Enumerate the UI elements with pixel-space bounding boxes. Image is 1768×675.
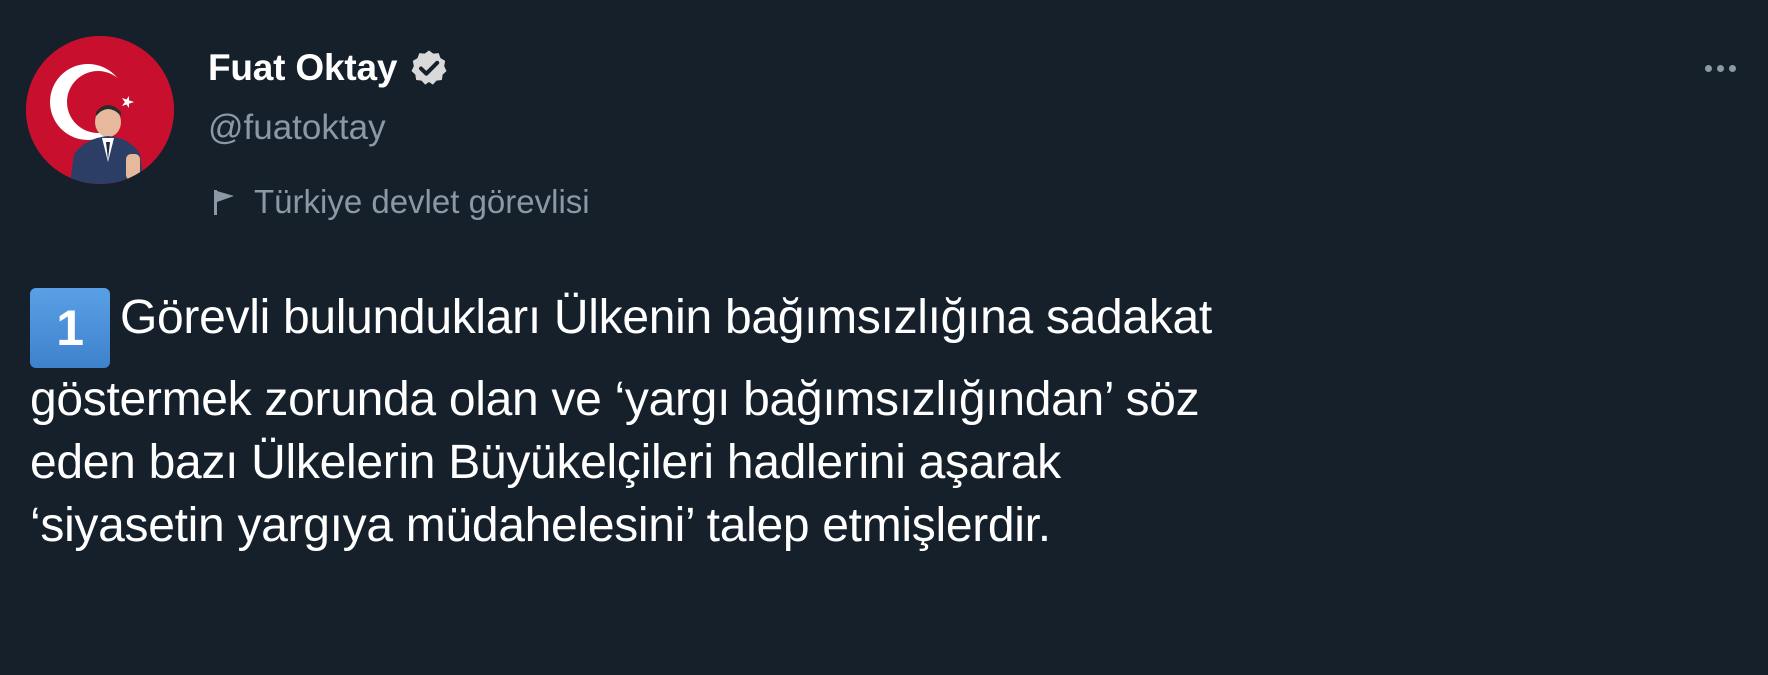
account-label-row: Türkiye devlet görevlisi (212, 180, 590, 224)
author-handle[interactable]: @fuatoktay (208, 108, 386, 148)
tweet-text-line-2: göstermek zorunda olan ve ‘yargı bağımsı… (30, 373, 1200, 426)
verified-badge-icon (409, 48, 449, 88)
tweet-text-line-3: eden bazı Ülkelerin Büyükelçileri hadler… (30, 436, 1061, 489)
tweet-text-line-1: Görevli bulundukları Ülkenin bağımsızlığ… (120, 291, 1212, 344)
tweet-text-line: 1 Görevli bulundukları Ülkenin bağımsızlı… (30, 286, 1730, 368)
author-name-row: Fuat Oktay (208, 44, 449, 92)
tweet-text: 1 Görevli bulundukları Ülkenin bağımsızlı… (30, 286, 1730, 557)
tweet-text-line-4: ‘siyasetin yargıya müdahelesini’ talep e… (30, 499, 1051, 552)
author-display-name[interactable]: Fuat Oktay (208, 47, 397, 89)
keycap-one-emoji: 1 (30, 288, 110, 368)
avatar[interactable] (26, 36, 174, 184)
avatar-image (26, 36, 174, 184)
flag-icon (212, 188, 238, 216)
tweet-card: Fuat Oktay @fuatoktay Türkiye devlet gör… (0, 0, 1768, 675)
account-label: Türkiye devlet görevlisi (254, 183, 590, 220)
more-options-button[interactable] (1690, 48, 1750, 88)
more-options-icon (1704, 64, 1736, 72)
